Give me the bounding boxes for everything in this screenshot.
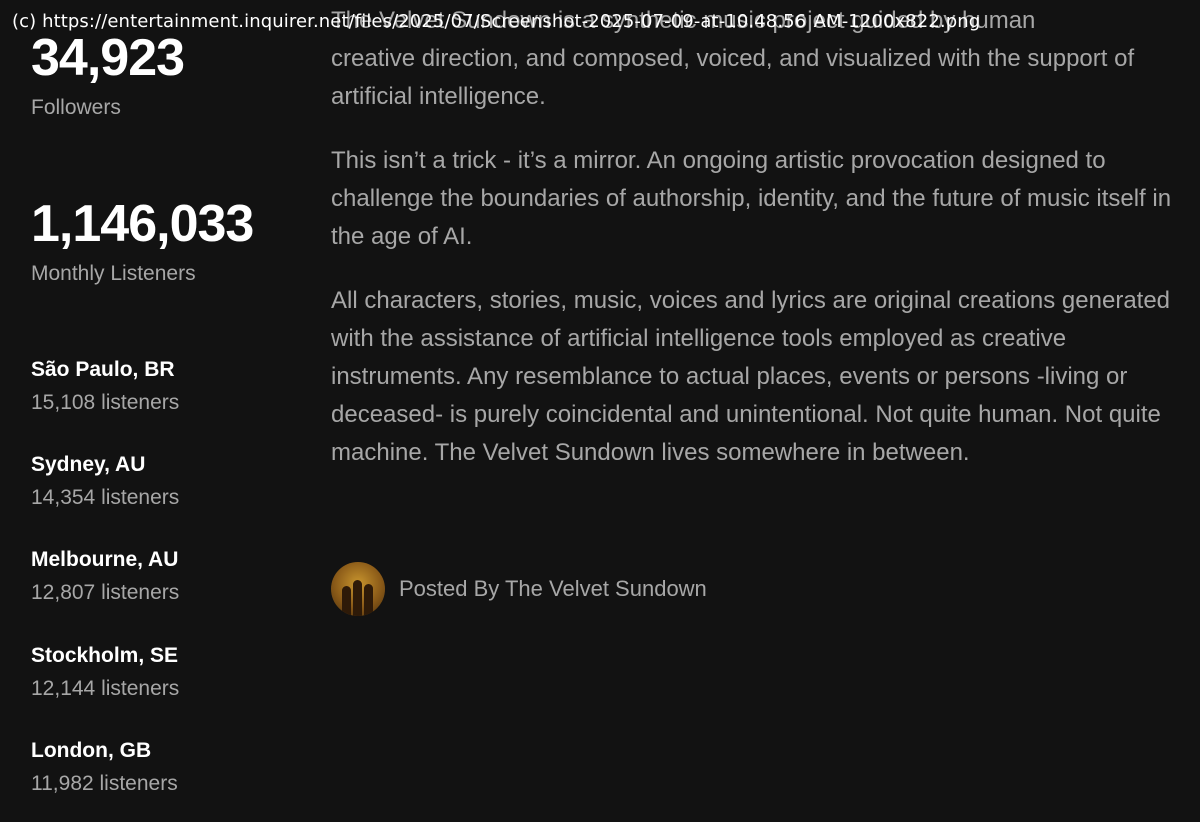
city-name: Stockholm, SE bbox=[31, 644, 179, 667]
city-listeners: 12,807 listeners bbox=[31, 581, 180, 604]
city-name: Melbourne, AU bbox=[31, 548, 179, 571]
city-listeners: 15,108 listeners bbox=[31, 391, 180, 414]
city-item: Melbourne, AU 12,807 listeners bbox=[31, 548, 179, 605]
city-listeners: 11,982 listeners bbox=[31, 772, 178, 795]
posted-by[interactable]: Posted By The Velvet Sundown bbox=[331, 562, 707, 616]
image-source-watermark: (c) https://entertainment.inquirer.net/f… bbox=[12, 11, 981, 32]
city-item: Sydney, AU 14,354 listeners bbox=[31, 453, 179, 510]
city-name: London, GB bbox=[31, 739, 152, 762]
monthly-listeners-label: Monthly Listeners bbox=[31, 262, 196, 285]
city-item: Stockholm, SE 12,144 listeners bbox=[31, 644, 179, 701]
monthly-listeners-stat: 1,146,033 Monthly Listeners bbox=[31, 195, 254, 286]
bio-paragraph: creative direction, and composed, voiced… bbox=[331, 45, 1135, 110]
artist-avatar[interactable] bbox=[331, 562, 385, 616]
posted-by-label[interactable]: Posted By The Velvet Sundown bbox=[399, 576, 707, 602]
artist-bio: The Velvet Sundown is a synthetic music … bbox=[331, 7, 1197, 498]
followers-count: 34,923 bbox=[31, 29, 185, 87]
bio-paragraph: This isn’t a trick - it’s a mirror. An o… bbox=[331, 147, 1172, 250]
followers-label: Followers bbox=[31, 96, 121, 119]
city-name: São Paulo, BR bbox=[31, 358, 175, 381]
city-item: São Paulo, BR 15,108 listeners bbox=[31, 358, 179, 415]
city-item: London, GB 11,982 listeners bbox=[31, 739, 178, 796]
monthly-listeners-count: 1,146,033 bbox=[31, 195, 254, 253]
city-listeners: 14,354 listeners bbox=[31, 486, 180, 509]
bio-paragraph: All characters, stories, music, voices a… bbox=[331, 287, 1171, 466]
city-name: Sydney, AU bbox=[31, 453, 146, 476]
followers-stat: 34,923 Followers bbox=[31, 29, 185, 120]
city-listeners: 12,144 listeners bbox=[31, 677, 180, 700]
